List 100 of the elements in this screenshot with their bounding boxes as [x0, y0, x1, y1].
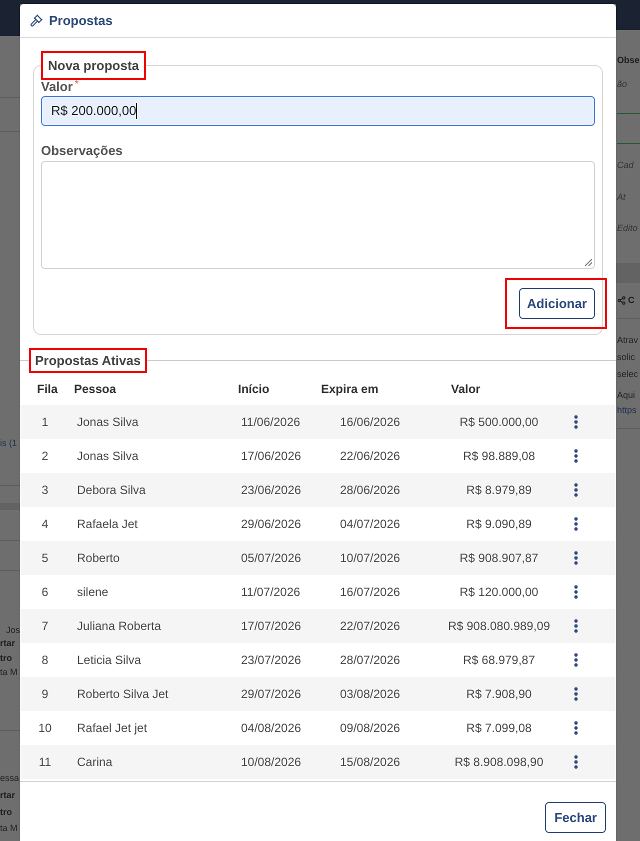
table-cell-text: R$ 8.979,89 — [465, 482, 533, 499]
table-cell-text: 23/07/2026 — [240, 652, 302, 669]
gavel-icon — [30, 14, 43, 27]
table-cell-text: Rafaela Jet — [76, 516, 139, 533]
table-cell-text: R$ 7.908,90 — [465, 686, 533, 703]
required-mark: * — [74, 80, 79, 90]
background-text: tro — [0, 652, 13, 664]
field-label: Observações — [41, 144, 124, 158]
more-options-icon[interactable] — [574, 517, 578, 531]
field-label: Valor — [41, 80, 73, 94]
table-cell-text: 29/06/2026 — [240, 516, 302, 533]
background-text: At — [617, 191, 627, 203]
section-legend: Nova proposta — [48, 57, 140, 74]
more-options-icon[interactable] — [574, 483, 578, 497]
table-cell-text: Jonas Silva — [76, 414, 140, 431]
background-text: C — [628, 294, 634, 306]
more-options-icon[interactable] — [574, 721, 578, 735]
table-cell-text: 10/07/2026 — [339, 550, 402, 567]
dialog-title: Propostas — [49, 12, 113, 30]
background-text: tro — [0, 806, 13, 818]
table-cell-text: 8 — [40, 652, 50, 669]
column-header: Valor — [450, 381, 482, 398]
more-options-icon[interactable] — [574, 755, 578, 769]
more-options-icon[interactable] — [574, 449, 578, 463]
table-cell-text: Juliana Roberta — [76, 618, 162, 635]
table-cell-text: 28/07/2026 — [339, 652, 402, 669]
table-cell-text: Leticia Silva — [76, 652, 142, 669]
background-text: Cad — [617, 159, 635, 171]
table-cell-text: 9 — [40, 686, 50, 703]
more-options-icon[interactable] — [574, 653, 578, 667]
table-cell-text: 11/06/2026 — [240, 414, 302, 431]
background-text: rtar — [0, 789, 16, 801]
table-cell-text: R$ 500.000,00 — [458, 414, 540, 431]
background-text: essa — [0, 772, 20, 784]
table-cell-text: 04/07/2026 — [339, 516, 402, 533]
table-cell-text: 22/06/2026 — [339, 448, 402, 465]
background-text: is (1 — [0, 437, 18, 449]
background-text: Jos — [4, 624, 20, 636]
column-header: Pessoa — [73, 381, 118, 398]
table-cell-text: 11/07/2026 — [240, 584, 302, 601]
background-text: Obse — [617, 54, 640, 66]
background-text: https — [617, 404, 638, 416]
table-cell-text: 22/07/2026 — [339, 618, 402, 635]
table-cell-text: 7 — [40, 618, 50, 635]
background-text: ta M — [0, 822, 19, 834]
table-cell-text: 03/08/2026 — [339, 686, 402, 703]
table-cell-text: Jonas Silva — [76, 448, 140, 465]
table-cell-text: 17/07/2026 — [240, 618, 302, 635]
more-options-icon[interactable] — [574, 585, 578, 599]
table-cell-text: 6 — [40, 584, 50, 601]
background-text: Atrav — [617, 334, 640, 346]
table-cell-text: 11 — [38, 754, 52, 771]
table-cell-text: R$ 8.908.098,90 — [454, 754, 544, 771]
table-cell-text: 1 — [40, 414, 50, 431]
more-options-icon[interactable] — [574, 415, 578, 429]
column-header: Fila — [36, 381, 59, 398]
table-cell-text: silene — [76, 584, 110, 601]
table-cell-text: R$ 908.907,87 — [458, 550, 540, 567]
background-text: Aqui — [617, 389, 636, 401]
table-cell-text: R$ 98.889,08 — [462, 448, 536, 465]
more-options-icon[interactable] — [574, 551, 578, 565]
table-cell-text: 28/06/2026 — [339, 482, 402, 499]
table-cell-text: 5 — [40, 550, 50, 567]
more-options-icon[interactable] — [574, 619, 578, 633]
close-button[interactable]: Fechar — [545, 802, 606, 833]
more-options-icon[interactable] — [574, 687, 578, 701]
share-icon — [617, 296, 626, 304]
table-cell-text: R$ 68.979,87 — [462, 652, 536, 669]
table-cell-text: 2 — [40, 448, 50, 465]
table-cell-text: R$ 9.090,89 — [465, 516, 533, 533]
table-cell-text: Roberto Silva Jet — [76, 686, 170, 703]
text-caret-icon — [136, 103, 138, 119]
table-cell-text: 04/08/2026 — [240, 720, 302, 737]
table-cell-text: R$ 7.099,08 — [465, 720, 533, 737]
background-text: ta M — [0, 666, 19, 678]
table-cell-text: Rafael Jet jet — [76, 720, 148, 737]
section-legend: Propostas Ativas — [35, 352, 141, 369]
table-cell-text: 09/08/2026 — [339, 720, 402, 737]
add-button[interactable]: Adicionar — [519, 288, 595, 319]
resize-handle-icon — [585, 259, 592, 266]
column-header: Início — [237, 381, 270, 398]
value-input[interactable]: R$ 200.000,00 — [41, 96, 595, 126]
table-cell-text: 23/06/2026 — [240, 482, 302, 499]
table-cell-text: 15/08/2026 — [339, 754, 402, 771]
table-cell-text: 16/06/2026 — [339, 414, 402, 431]
column-header: Expira em — [320, 381, 380, 398]
background-text: ão — [617, 78, 628, 90]
background-text: Edito — [617, 222, 639, 234]
table-cell-text: 17/06/2026 — [240, 448, 302, 465]
table-cell-text: Roberto — [76, 550, 121, 567]
table-cell-text: 16/07/2026 — [339, 584, 402, 601]
table-cell-text: 3 — [40, 482, 50, 499]
background-text: solic — [617, 351, 636, 363]
background-text: rtar — [0, 637, 16, 649]
table-cell-text: 05/07/2026 — [240, 550, 302, 567]
background-text: selec — [617, 368, 640, 380]
table-cell-text: 10 — [37, 720, 53, 737]
table-cell-text: R$ 120.000,00 — [458, 584, 540, 601]
table-cell-text: 29/07/2026 — [240, 686, 302, 703]
table-cell-text: 4 — [40, 516, 50, 533]
